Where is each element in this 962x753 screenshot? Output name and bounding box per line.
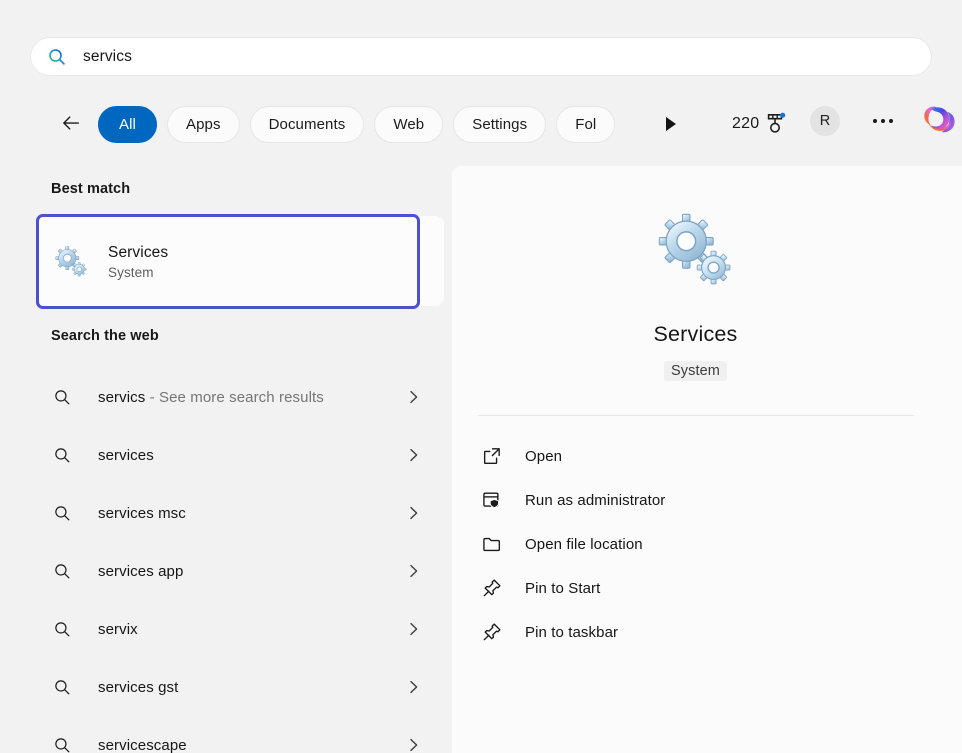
filter-tab-bar: All Apps Documents Web Settings Fol 220 …	[31, 100, 931, 148]
list-item-label: servicescape	[98, 737, 406, 753]
list-item-query: services msc	[98, 505, 186, 522]
action-open-file-location[interactable]: Open file location	[468, 522, 928, 566]
search-the-web-heading: Search the web	[51, 328, 159, 344]
list-item[interactable]: services gst	[36, 658, 436, 716]
rewards-button[interactable]: 220	[732, 110, 786, 138]
triangle-right-icon	[666, 117, 676, 131]
pin-icon	[481, 577, 503, 599]
services-gears-icon	[55, 245, 89, 279]
best-match-result-services[interactable]: Services System	[36, 214, 420, 309]
list-item[interactable]: services msc	[36, 484, 436, 542]
list-item-query: servicescape	[98, 737, 187, 753]
list-item-label: services app	[98, 563, 406, 580]
search-icon	[53, 678, 72, 697]
action-run-as-administrator[interactable]: Run as administrator	[468, 478, 928, 522]
search-icon	[53, 620, 72, 639]
tabs-row: All Apps Documents Web Settings Fol	[98, 100, 644, 148]
copilot-button[interactable]	[918, 100, 960, 142]
search-icon	[53, 736, 72, 753]
back-button[interactable]	[54, 106, 88, 140]
list-item[interactable]: servics - See more search results	[36, 368, 436, 426]
tab-apps[interactable]: Apps	[167, 106, 240, 143]
arrow-left-icon	[60, 112, 82, 134]
avatar-initial: R	[820, 113, 830, 129]
search-input[interactable]: servics	[83, 49, 132, 65]
rewards-medal-icon	[764, 112, 786, 136]
preview-subtitle: System	[664, 361, 727, 381]
folder-icon	[481, 533, 503, 555]
shield-window-icon	[481, 489, 503, 511]
tab-folders[interactable]: Fol	[556, 106, 615, 143]
tab-settings[interactable]: Settings	[453, 106, 546, 143]
action-label: Pin to taskbar	[525, 624, 618, 641]
action-label: Pin to Start	[525, 580, 600, 597]
more-options-button[interactable]	[867, 107, 899, 135]
tabs-scroll-right-button[interactable]	[659, 112, 683, 136]
list-item[interactable]: services	[36, 426, 436, 484]
preview-header: Services System	[452, 166, 939, 381]
text-caret	[132, 48, 133, 65]
chevron-right-icon	[406, 447, 422, 463]
search-icon	[47, 47, 67, 67]
list-item-query: services app	[98, 563, 183, 580]
list-item-query: services	[98, 447, 154, 464]
pin-icon	[481, 621, 503, 643]
list-item-query: services gst	[98, 679, 178, 696]
rewards-points: 220	[732, 115, 759, 133]
search-box[interactable]: servics	[31, 38, 931, 75]
search-icon	[53, 562, 72, 581]
search-icon	[53, 504, 72, 523]
chevron-right-icon	[406, 505, 422, 521]
list-item-label: services	[98, 447, 406, 464]
action-pin-to-taskbar[interactable]: Pin to taskbar	[468, 610, 928, 654]
chevron-right-icon	[406, 563, 422, 579]
action-open[interactable]: Open	[468, 434, 928, 478]
list-item[interactable]: services app	[36, 542, 436, 600]
list-item-label: services msc	[98, 505, 406, 522]
action-label: Run as administrator	[525, 492, 665, 509]
list-item-label: services gst	[98, 679, 406, 696]
chevron-right-icon	[406, 389, 422, 405]
chevron-right-icon	[406, 679, 422, 695]
list-item-query: servix	[98, 621, 138, 638]
list-item-query: servics	[98, 389, 145, 406]
best-match-title: Services	[108, 244, 168, 262]
tab-all[interactable]: All	[98, 106, 157, 143]
best-match-texts: Services System	[108, 244, 168, 280]
tabs-scroll-viewport: All Apps Documents Web Settings Fol	[98, 100, 644, 148]
web-results-list: servics - See more search results servic…	[36, 368, 436, 753]
search-icon	[53, 446, 72, 465]
search-icon	[53, 388, 72, 407]
chevron-right-icon	[406, 621, 422, 637]
list-item-label: servics - See more search results	[98, 389, 406, 406]
action-label: Open	[525, 448, 562, 465]
preview-title: Services	[653, 322, 737, 347]
tab-documents[interactable]: Documents	[250, 106, 365, 143]
preview-divider	[478, 415, 914, 416]
action-pin-to-start[interactable]: Pin to Start	[468, 566, 928, 610]
list-item[interactable]: servix	[36, 600, 436, 658]
ellipsis-icon	[873, 119, 877, 123]
best-match-subtitle: System	[108, 265, 168, 280]
best-match-heading: Best match	[51, 181, 130, 197]
services-gears-icon	[657, 212, 735, 290]
action-label: Open file location	[525, 536, 643, 553]
avatar[interactable]: R	[810, 106, 840, 136]
list-item[interactable]: servicescape	[36, 716, 436, 753]
open-external-icon	[481, 445, 503, 467]
copilot-logo-icon	[918, 100, 960, 142]
preview-panel: Services System Open Run as administrato…	[452, 166, 962, 753]
list-item-suffix: - See more search results	[145, 389, 324, 406]
preview-actions-list: Open Run as administrator Open file loca…	[468, 434, 928, 654]
list-item-label: servix	[98, 621, 406, 638]
chevron-right-icon	[406, 737, 422, 753]
tab-web[interactable]: Web	[374, 106, 443, 143]
